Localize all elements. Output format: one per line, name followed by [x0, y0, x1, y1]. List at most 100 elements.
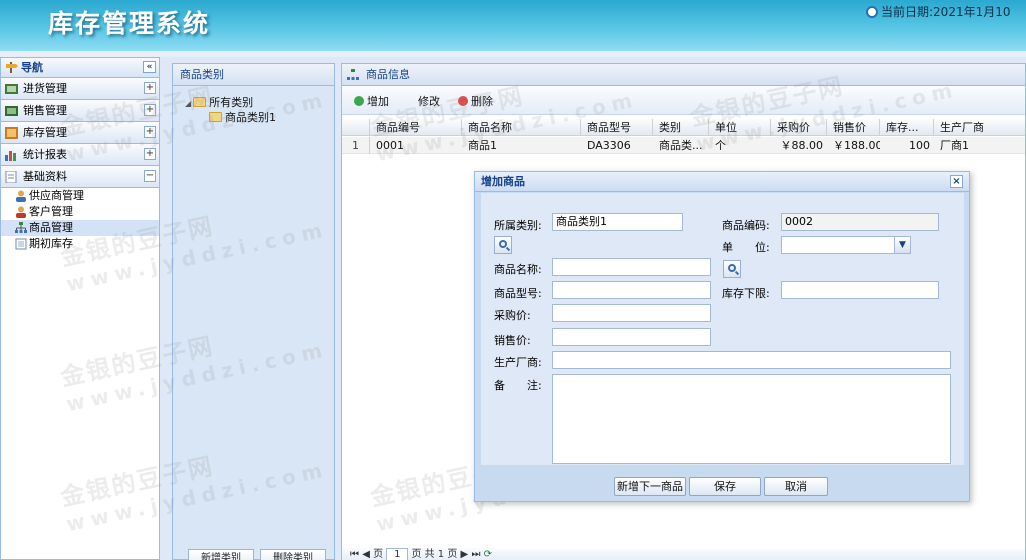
- sale-price-label: 销售价:: [494, 334, 531, 347]
- edit-goods-button[interactable]: 修改: [405, 93, 440, 109]
- column-header[interactable]: 采购价: [771, 119, 827, 136]
- goods-panel-title: 商品信息: [366, 68, 410, 81]
- page-input[interactable]: 1: [386, 548, 409, 560]
- category-field[interactable]: 商品类别1: [552, 213, 683, 231]
- expand-icon[interactable]: +: [144, 104, 156, 116]
- app-header: 库存管理系统 当前日期:2021年1月10: [0, 0, 1026, 51]
- collapse-nav-button[interactable]: «: [143, 61, 156, 73]
- purchase-icon: [5, 84, 18, 94]
- table-cell: 个: [715, 139, 726, 152]
- category-search-button[interactable]: [494, 236, 512, 254]
- category-panel-title: 商品类别: [173, 64, 334, 86]
- close-icon[interactable]: ×: [950, 175, 963, 188]
- chevron-down-icon[interactable]: ▼: [894, 237, 910, 253]
- code-label: 商品编码:: [722, 219, 770, 232]
- table-cell: 100: [909, 139, 930, 152]
- delete-goods-button[interactable]: 删除: [458, 93, 493, 109]
- grid-header: 商品编号 商品名称 商品型号 类别 单位 采购价 销售价 库存... 生产厂商: [342, 119, 1025, 136]
- expand-icon[interactable]: +: [144, 126, 156, 138]
- collapse-icon[interactable]: −: [144, 170, 156, 182]
- next-page-icon[interactable]: ▶: [461, 549, 469, 560]
- tree-node-category-1[interactable]: 商品类别1: [209, 109, 276, 125]
- first-page-icon[interactable]: ⏮: [350, 549, 359, 560]
- expander-icon[interactable]: ◢: [185, 99, 191, 108]
- table-cell: DA3306: [587, 139, 631, 152]
- nav-section-purchase[interactable]: 进货管理 +: [1, 78, 159, 100]
- hierarchy-icon: [15, 222, 27, 233]
- nav-section-inventory[interactable]: 库存管理 +: [1, 122, 159, 144]
- add-label: 增加: [367, 95, 389, 108]
- nav-section-label: 进货管理: [23, 82, 67, 95]
- user-icon: [16, 190, 26, 202]
- bar-chart-icon: [5, 151, 16, 161]
- purchase-price-field[interactable]: [552, 304, 711, 322]
- pagination-bar: ⏮ ◀ 页 1 页 共 1 页 ▶ ⏭ ⟳: [342, 548, 1025, 560]
- table-cell: 厂商1: [940, 139, 969, 152]
- page-total: 页 共 1 页: [411, 549, 458, 560]
- unit-select[interactable]: ▼: [781, 236, 911, 254]
- manufacturer-field[interactable]: [552, 351, 951, 369]
- table-cell: 商品1: [468, 139, 497, 152]
- column-header[interactable]: 生产厂商: [934, 119, 1026, 136]
- inventory-icon: [5, 127, 18, 139]
- sale-price-field[interactable]: [552, 328, 711, 346]
- column-header[interactable]: 商品名称: [462, 119, 581, 136]
- nav-item-opening-stock[interactable]: 期初库存: [1, 236, 159, 252]
- nav-section-reports[interactable]: 统计报表 +: [1, 144, 159, 166]
- table-row[interactable]: 1 0001 商品1 DA3306 商品类... 个 ￥88.00 ￥188.0…: [342, 137, 1025, 154]
- add-category-button[interactable]: 新增类别: [188, 549, 254, 560]
- cancel-button[interactable]: 取消: [764, 477, 828, 496]
- nav-section-label: 销售管理: [23, 104, 67, 117]
- column-header[interactable]: 类别: [653, 119, 709, 136]
- nav-header: 导航 «: [1, 58, 159, 78]
- dialog-titlebar: 增加商品 ×: [475, 172, 969, 192]
- column-header[interactable]: 销售价: [827, 119, 880, 136]
- date-label: 当前日期:: [881, 5, 934, 19]
- dialog-form: 所属类别: 商品类别1 商品编码: 0002 单 位: ▼ 商品名称: 商品型号…: [481, 193, 964, 465]
- column-header[interactable]: 商品型号: [581, 119, 653, 136]
- nav-item-goods[interactable]: 商品管理: [1, 220, 159, 236]
- name-search-button[interactable]: [723, 260, 741, 278]
- unit-label: 单 位:: [722, 241, 770, 254]
- model-field[interactable]: [552, 281, 711, 299]
- expand-icon[interactable]: +: [144, 148, 156, 160]
- page-label: 页: [373, 549, 384, 560]
- stock-icon: [15, 238, 27, 250]
- prev-page-icon[interactable]: ◀: [362, 549, 370, 560]
- add-icon: [354, 96, 364, 106]
- last-page-icon[interactable]: ⏭: [471, 549, 480, 560]
- code-field[interactable]: 0002: [781, 213, 939, 231]
- nav-item-label: 商品管理: [29, 221, 73, 234]
- nav-item-suppliers[interactable]: 供应商管理: [1, 188, 159, 204]
- table-cell: 0001: [376, 139, 404, 152]
- nav-item-customers[interactable]: 客户管理: [1, 204, 159, 220]
- remark-textarea[interactable]: [552, 374, 951, 464]
- column-header[interactable]: 库存...: [880, 119, 934, 136]
- column-header[interactable]: 单位: [709, 119, 771, 136]
- sales-icon: [5, 106, 18, 116]
- folder-icon: [209, 112, 222, 122]
- date-value: 2021年1月10: [933, 5, 1011, 19]
- nav-section-basic-data[interactable]: 基础资料 −: [1, 166, 159, 188]
- nav-section-sales[interactable]: 销售管理 +: [1, 100, 159, 122]
- table-cell: 商品类...: [659, 139, 703, 152]
- goods-toolbar: 增加 修改 删除: [342, 86, 1025, 115]
- manufacturer-label: 生产厂商:: [494, 356, 542, 369]
- refresh-icon[interactable]: ⟳: [484, 549, 492, 560]
- dialog-title: 增加商品: [481, 175, 525, 188]
- category-label: 所属类别:: [494, 219, 542, 232]
- name-field[interactable]: [552, 258, 711, 276]
- user-icon: [16, 206, 26, 218]
- column-header[interactable]: 商品编号: [370, 119, 462, 136]
- tree-node-label: 所有类别: [209, 96, 254, 109]
- folder-open-icon: [193, 97, 207, 107]
- tree-node-root[interactable]: ◢ 所有类别: [185, 94, 253, 110]
- clock-icon: [866, 6, 878, 18]
- add-goods-button[interactable]: 增加: [354, 93, 389, 109]
- expand-icon[interactable]: +: [144, 82, 156, 94]
- add-next-button[interactable]: 新增下一商品: [614, 477, 686, 496]
- save-button[interactable]: 保存: [689, 477, 761, 496]
- min-stock-field[interactable]: [781, 281, 939, 299]
- delete-category-button[interactable]: 删除类别: [260, 549, 326, 560]
- remark-label: 备 注:: [494, 379, 542, 392]
